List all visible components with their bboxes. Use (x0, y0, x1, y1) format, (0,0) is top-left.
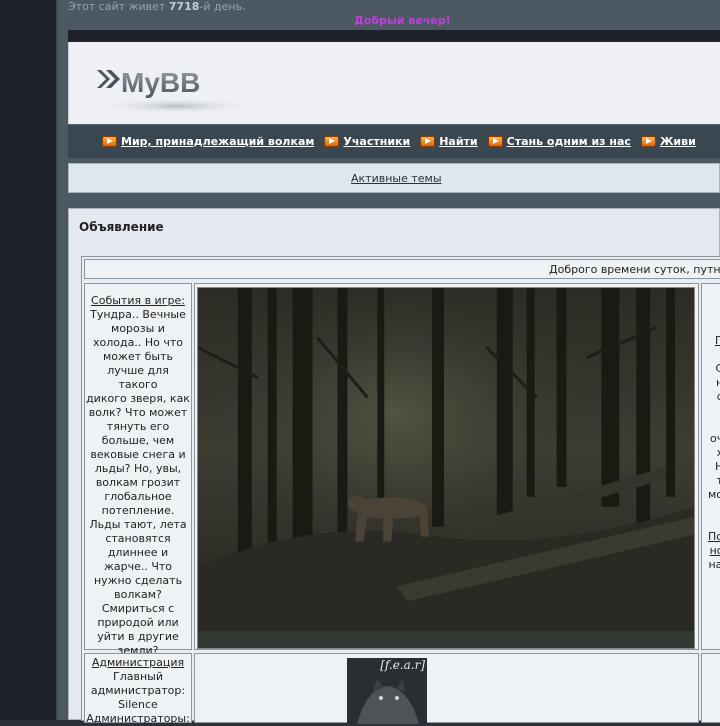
side-info-line: мор (707, 488, 720, 501)
events-line: морозы и (111, 322, 165, 335)
active-topics-link[interactable]: Активные темы (351, 172, 442, 185)
announcement-table: Доброго времени суток, путни События в и… (81, 256, 720, 726)
admin-line: Администраторы: (86, 712, 190, 725)
greeting-text: Добрый вечер! (354, 14, 451, 27)
nav-item-4[interactable]: Живи (640, 135, 696, 148)
side-info-line[interactable]: Пол (708, 530, 720, 543)
side-info-line: оче (710, 432, 720, 445)
admin-line: Главный (113, 670, 163, 683)
side-info-cell: ПоСенесиІочехоНотиморПолновнадп (701, 283, 720, 650)
events-line: волкам? (114, 588, 162, 601)
events-line: вековые снега и (90, 448, 186, 461)
events-line: природой или (97, 616, 179, 629)
forum-header: MyBB (68, 42, 720, 124)
avatar-caption: [f.e.a.r] (380, 658, 425, 672)
events-line: длиннее и (107, 546, 169, 559)
events-line: становятся (105, 532, 171, 545)
events-line: холода.. Но что (93, 336, 183, 349)
events-line: лучше для такого (107, 364, 169, 391)
side-info-line: Но (715, 460, 720, 473)
events-line: волкам грозит (95, 476, 181, 489)
administration-link[interactable]: Администрация (85, 656, 191, 670)
avatar-cell: [f.e.a.r] (194, 653, 699, 724)
events-line: дикого зверя, как (86, 392, 190, 405)
main-navbar: Мир, принадлежащий волкам Участники Найти С… (68, 124, 720, 158)
left-sidebar-edge (0, 0, 58, 720)
events-cell: События в игре: Тундра.. Вечные морозы их… (84, 283, 192, 657)
events-line: льды? Но, увы, (94, 462, 182, 475)
nav-item-label: Участники (343, 135, 411, 148)
admin-avatar: [f.e.a.r] (347, 658, 427, 724)
events-line: тянуть его (106, 420, 170, 433)
events-line: жарче.. Что (103, 560, 173, 573)
events-line: Смириться с (101, 602, 175, 615)
welcome-cell: Доброго времени суток, путни (84, 259, 720, 279)
arrow-bullet-icon (420, 136, 436, 147)
events-line: Тундра.. Вечные (90, 308, 186, 321)
events-line: нужно сделать (93, 574, 183, 587)
nav-item-1[interactable]: Участники (324, 135, 410, 148)
logo-text: MyBB (121, 67, 200, 98)
side-info-line: не (716, 376, 720, 389)
nav-item-label: Найти (439, 135, 478, 148)
side-info-line: ти (716, 474, 720, 487)
events-line: потепление. (101, 504, 175, 517)
arrow-bullet-icon (640, 136, 656, 147)
nav-item-3[interactable]: Стань одним из нас (487, 135, 631, 148)
header-strip (68, 30, 720, 42)
arrow-bullet-icon (324, 136, 340, 147)
events-line: уйти в другие (97, 630, 179, 643)
active-topics-bar: Активные темы (68, 163, 720, 193)
announcement-title: Объявление (79, 220, 164, 234)
events-line: глобальное (104, 490, 172, 503)
side-info-line: над (708, 558, 720, 571)
side-info-cell-2: Н (701, 653, 720, 723)
administration-cell: Администрация Главный администратор: Silen… (84, 653, 192, 726)
nav-item-label: Живи (659, 135, 696, 148)
site-age-text: Этот сайт живет 7718-й день. (68, 0, 246, 13)
side-info-line[interactable]: нов (710, 544, 720, 557)
events-text: Тундра.. Вечные морозы и холода.. Но что мо… (86, 308, 190, 658)
admin-line: Silence (118, 698, 158, 711)
nav-item-0[interactable]: Мир, принадлежащий волкам (102, 135, 314, 148)
side-info-line: Се (716, 362, 720, 375)
nav-item-label: Стань одним из нас (506, 135, 631, 148)
site-age-days: 7718 (168, 0, 200, 13)
events-line: больше, чем (101, 434, 175, 447)
events-line: волк? Что может (88, 406, 188, 419)
nav-item-label: Мир, принадлежащий волкам (121, 135, 315, 148)
arrow-bullet-icon (487, 136, 503, 147)
administration-text: Главный администратор: Silence Администрато… (85, 670, 191, 726)
announcement-box: Объявление Доброго времени суток, путни … (68, 208, 720, 726)
nav-item-2[interactable]: Найти (420, 135, 478, 148)
arrow-bullet-icon (102, 136, 117, 147)
events-line: может быть (103, 350, 173, 363)
wolf-forest-image (197, 287, 695, 649)
events-line: Льды тают, лета (89, 518, 187, 531)
nav-links: Мир, принадлежащий волкам Участники Найти С… (102, 125, 696, 158)
welcome-text: Доброго времени суток, путни (549, 263, 720, 276)
events-heading-link[interactable]: События в игре: (86, 294, 190, 308)
admin-line: администратор: (90, 684, 186, 697)
image-cell (194, 283, 699, 650)
side-info-line[interactable]: По (715, 334, 720, 347)
mybb-logo[interactable]: MyBB (97, 50, 257, 116)
